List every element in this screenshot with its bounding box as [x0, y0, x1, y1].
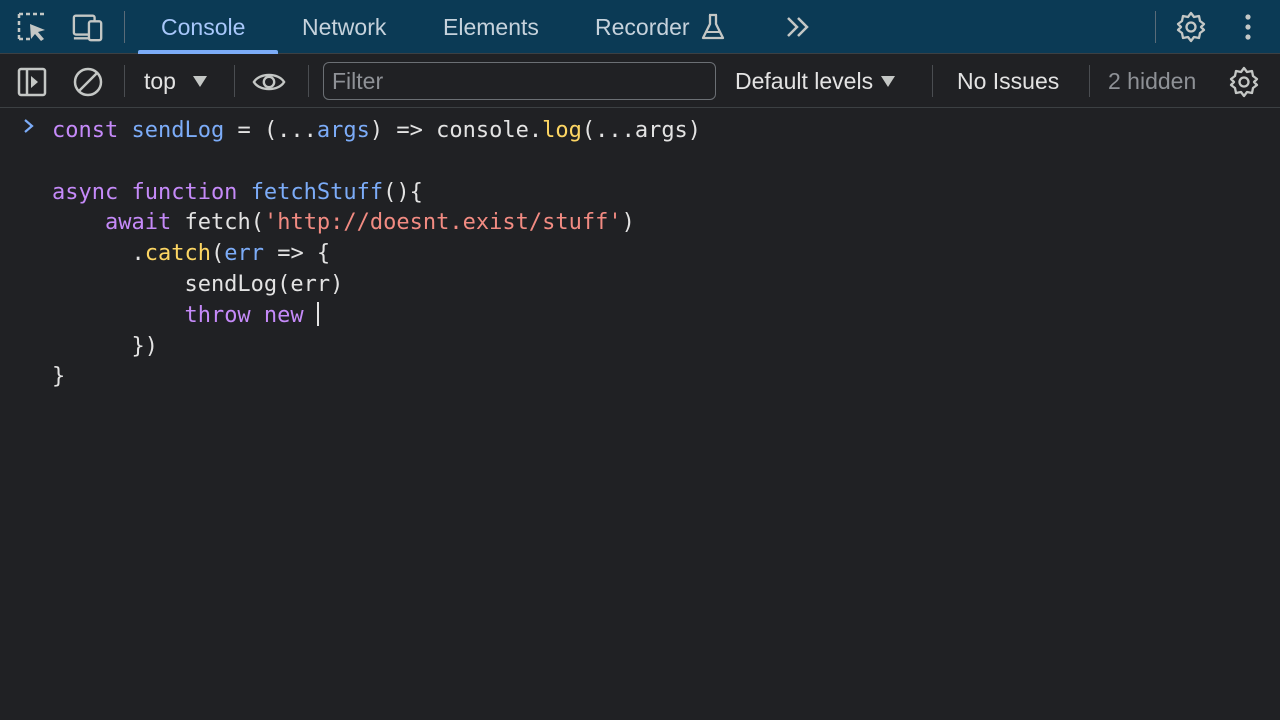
code-token: ( [210, 241, 225, 267]
tab-elements[interactable]: Elements [443, 0, 539, 54]
inspect-element-icon[interactable] [16, 11, 48, 43]
console-settings-icon[interactable] [1227, 65, 1261, 99]
clear-console-icon[interactable] [71, 65, 105, 99]
code-token: err [224, 241, 264, 267]
code-line: sendLog(err) [52, 270, 701, 301]
hidden-count: 2 hidden [1108, 67, 1197, 94]
tab-recorder[interactable]: Recorder [595, 0, 726, 54]
caret-down-icon [192, 75, 207, 87]
prompt-chevron-icon [22, 118, 36, 133]
code-token: const [52, 118, 132, 143]
tab-network[interactable]: Network [302, 0, 386, 54]
toolbar-divider-4 [932, 65, 933, 97]
code-token: (){ [383, 179, 423, 205]
code-token: await [104, 210, 185, 236]
code-token: . [52, 241, 145, 267]
code-token: = (... [224, 118, 317, 143]
toolbar-divider-3 [308, 65, 309, 97]
text-cursor [316, 301, 319, 326]
devtools-tab-bar: Console Network Elements Recorder [0, 0, 1280, 54]
code-token: (...args) [581, 118, 702, 143]
context-selector[interactable]: top [144, 54, 207, 108]
code-line: async function fetchStuff(){ [52, 178, 701, 209]
device-toolbar-icon[interactable] [72, 11, 104, 43]
code-token: throw new [184, 302, 317, 328]
tabbar-divider-right [1155, 11, 1156, 43]
kebab-menu-icon[interactable] [1232, 11, 1264, 43]
live-expression-eye-icon[interactable] [252, 65, 286, 99]
code-line: await fetch('http://doesnt.exist/stuff') [52, 208, 701, 239]
toolbar-divider [124, 65, 125, 97]
log-levels-dropdown[interactable]: Default levels [735, 54, 896, 108]
code-token: } [52, 364, 66, 390]
tab-console[interactable]: Console [161, 0, 245, 54]
code-token: args [316, 118, 370, 143]
toolbar-divider-2 [234, 65, 235, 97]
console-input-code[interactable]: const sendLog = (...args) => console.log… [52, 116, 701, 393]
code-line: } [52, 362, 701, 393]
flask-icon [700, 13, 726, 41]
code-line: }) [52, 332, 701, 363]
more-tabs-icon[interactable] [782, 11, 814, 43]
caret-down-icon [881, 75, 896, 87]
code-token: 'http://doesnt.exist/stuff' [263, 210, 622, 236]
code-token: }) [52, 333, 158, 359]
sidebar-toggle-icon[interactable] [15, 65, 49, 99]
code-token: ) => console. [369, 118, 543, 143]
code-token: async function [52, 179, 251, 205]
issues-link[interactable]: No Issues [957, 54, 1059, 108]
code-line: throw new [52, 301, 701, 332]
code-token: sendLog [131, 118, 225, 143]
code-token: => { [263, 241, 331, 267]
code-token: ) [621, 210, 635, 236]
log-levels-label: Default levels [735, 67, 874, 94]
code-line: const sendLog = (...args) => console.log… [52, 116, 701, 147]
code-token: log [542, 118, 582, 143]
context-selector-value: top [144, 67, 176, 94]
console-prompt-area[interactable]: const sendLog = (...args) => console.log… [0, 108, 1280, 720]
code-token: fetchStuff [250, 179, 384, 205]
toolbar-divider-5 [1089, 65, 1090, 97]
tabbar-divider [124, 11, 125, 43]
code-token: fetch( [184, 210, 264, 236]
code-token: sendLog(err) [52, 271, 344, 297]
code-token: catch [144, 241, 211, 267]
tab-recorder-label: Recorder [595, 13, 690, 40]
console-toolbar: top Default levels No Issues 2 hidden [0, 54, 1280, 108]
code-line: .catch(err => { [52, 239, 701, 270]
filter-input[interactable] [323, 62, 716, 100]
settings-icon[interactable] [1175, 11, 1207, 43]
